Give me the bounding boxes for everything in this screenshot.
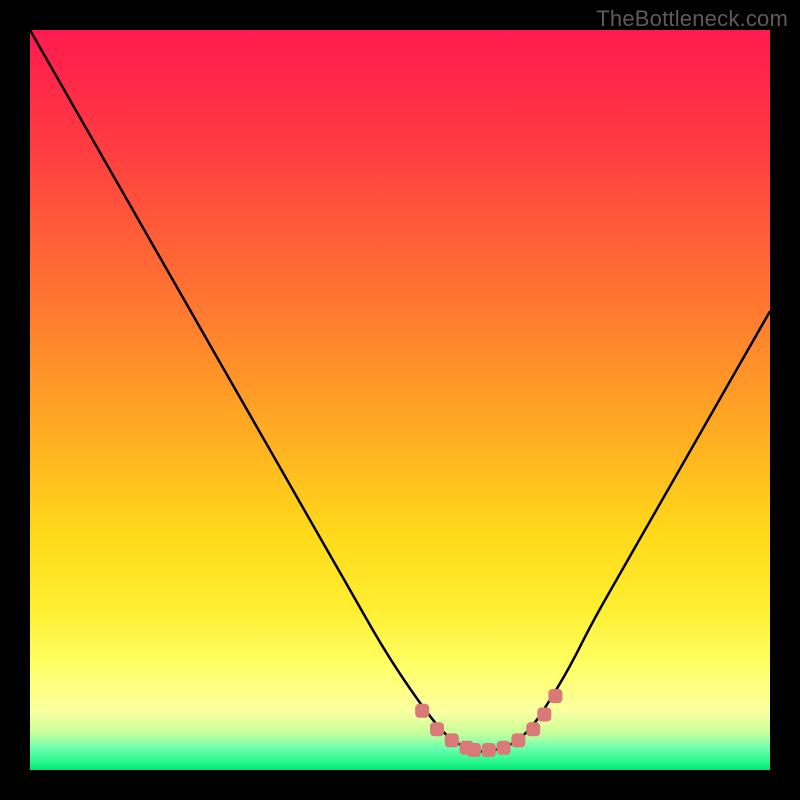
marker-point — [548, 689, 562, 703]
marker-point — [467, 743, 481, 757]
marker-point — [415, 704, 429, 718]
marker-point — [497, 741, 511, 755]
marker-point — [482, 743, 496, 757]
marker-point — [526, 722, 540, 736]
marker-group — [415, 689, 562, 757]
marker-point — [511, 733, 525, 747]
marker-point — [537, 708, 551, 722]
marker-point — [430, 722, 444, 736]
marker-point — [445, 733, 459, 747]
plot-area — [30, 30, 770, 770]
watermark-text: TheBottleneck.com — [596, 6, 788, 32]
curve-layer — [30, 30, 770, 770]
chart-frame: TheBottleneck.com — [0, 0, 800, 800]
bottleneck-curve — [30, 30, 770, 752]
